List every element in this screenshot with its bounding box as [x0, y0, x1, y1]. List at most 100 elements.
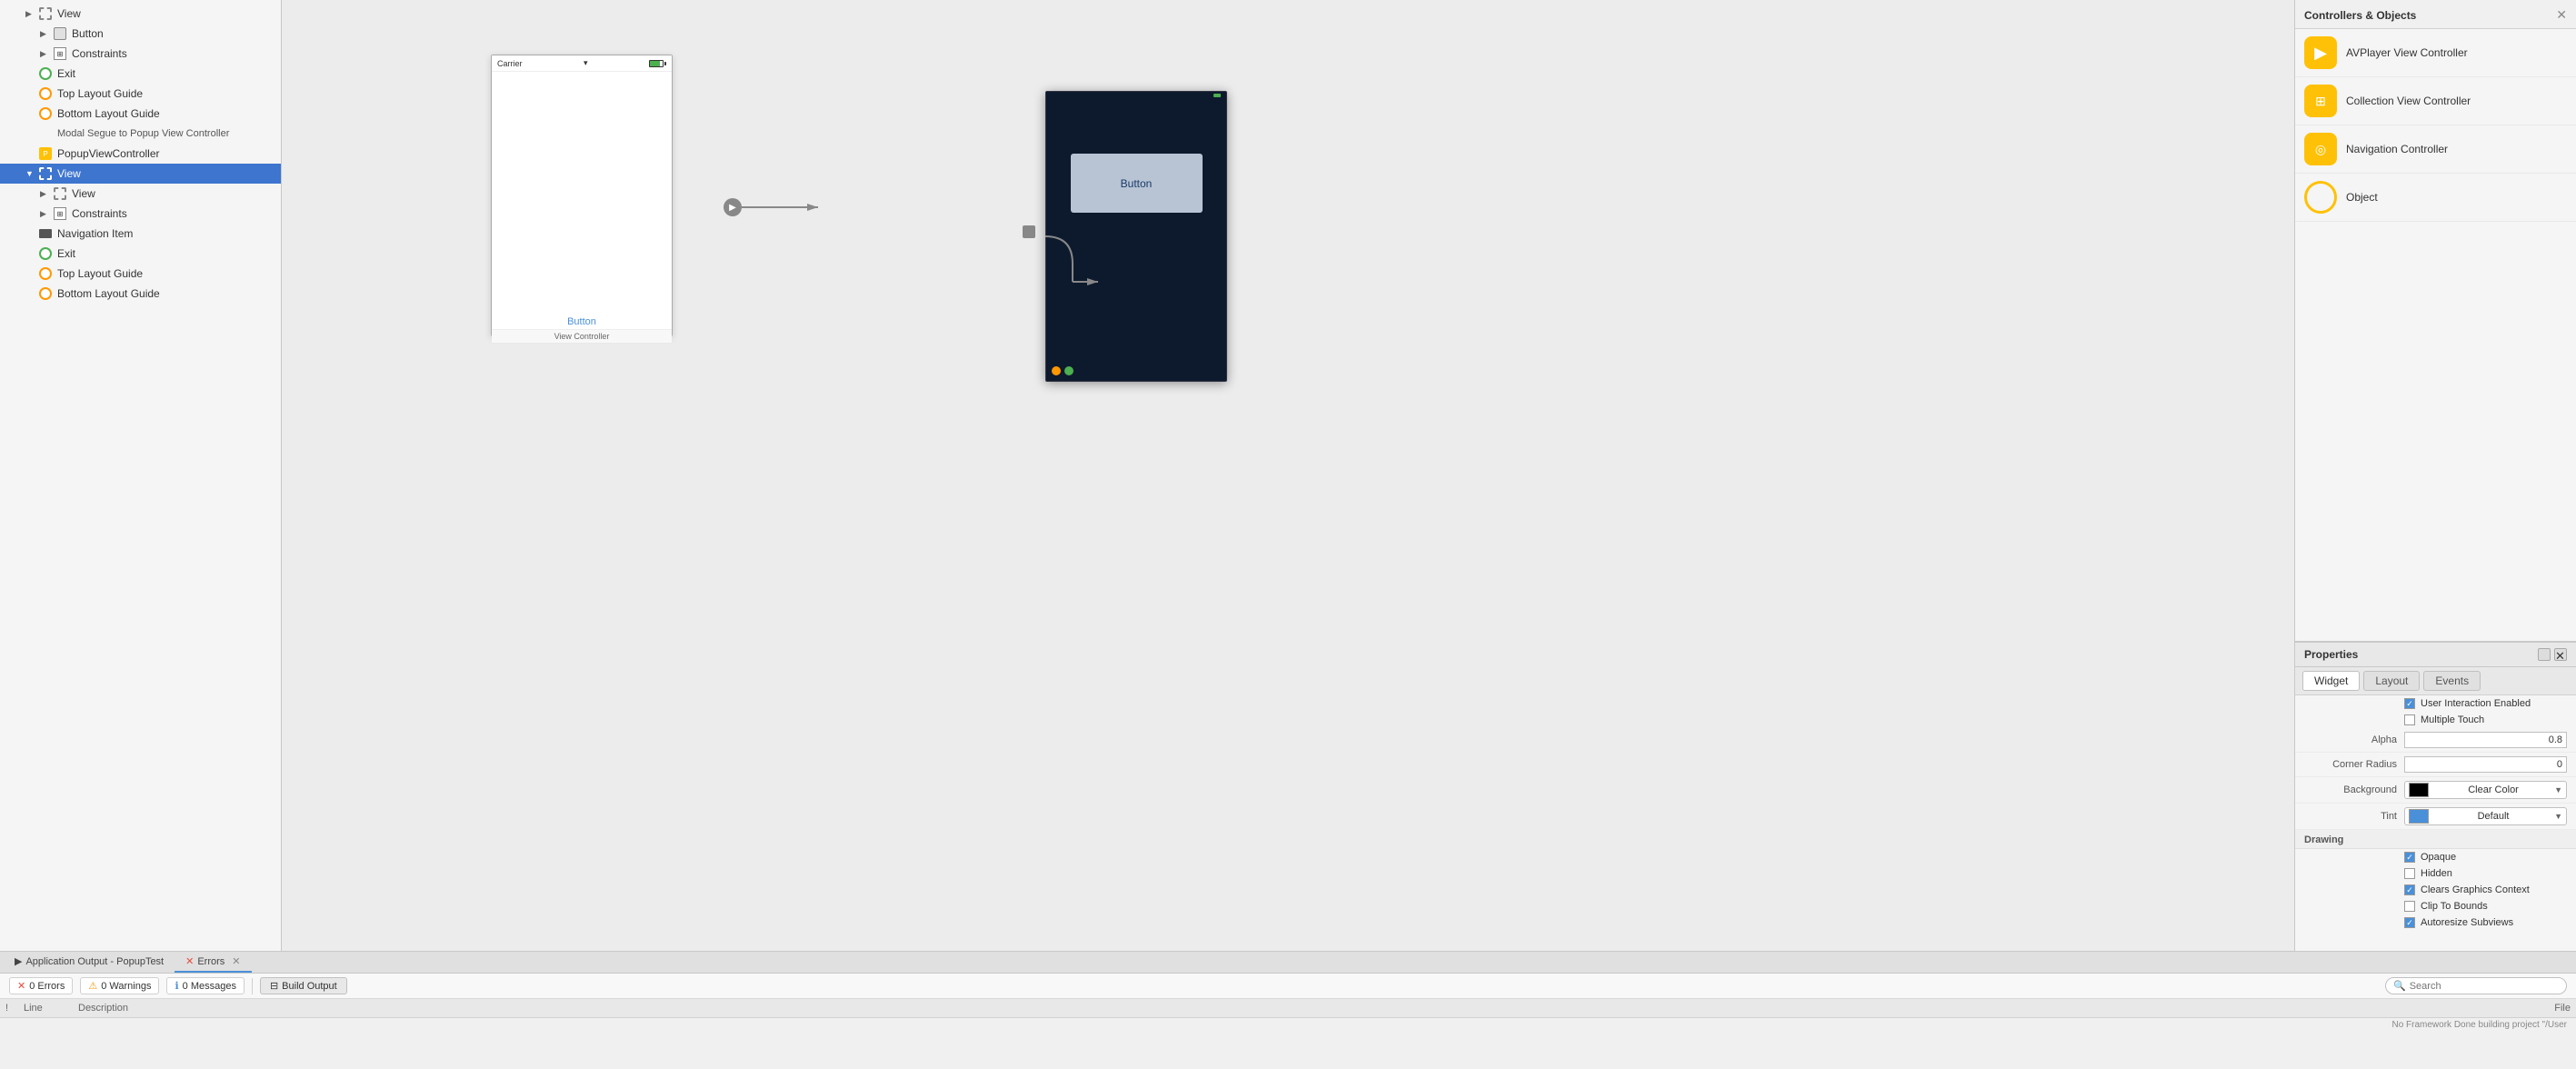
object-icon [2304, 181, 2337, 214]
bottom-tabs: ▶ Application Output - PopupTest ✕ Error… [0, 952, 2576, 974]
avplayer-icon: ▶ [2304, 36, 2337, 69]
orange-dot [1052, 366, 1061, 375]
props-win-close[interactable]: ✕ [2554, 648, 2567, 661]
sidebar-item-view1[interactable]: ▶ View [0, 4, 281, 24]
build-status: No Framework Done building project "/Use… [0, 1018, 2576, 1032]
messages-button[interactable]: ℹ 0 Messages [166, 977, 245, 994]
sidebar-item-navitem[interactable]: Navigation Item [0, 224, 281, 244]
errors-button[interactable]: ✕ 0 Errors [9, 977, 73, 994]
tint-color-swatch [2409, 809, 2429, 824]
sidebar-item-view2[interactable]: ▼ View [0, 164, 281, 184]
search-input[interactable] [2410, 981, 2559, 992]
checkbox-icon [2404, 714, 2415, 725]
controllers-header: Controllers & Objects ✕ [2295, 0, 2576, 29]
props-win-restore[interactable] [2538, 648, 2551, 661]
hidden-checkbox [2404, 868, 2415, 879]
col-header-line: Line [18, 1001, 73, 1015]
tab-application-output[interactable]: ▶ Application Output - PopupTest [4, 952, 175, 973]
view-controller-frame[interactable]: Carrier ▾ Button View Controller [491, 55, 673, 336]
sidebar-item-popupvc[interactable]: P PopupViewController [0, 144, 281, 164]
battery-indicator [1213, 94, 1221, 97]
controller-item-avplayer[interactable]: ▶ AVPlayer View Controller [2295, 29, 2576, 77]
properties-header: Properties ✕ [2295, 642, 2576, 667]
wifi-icon: ▾ [584, 58, 588, 68]
segue-midpoint [1023, 225, 1035, 238]
sidebar-item-modalsegue[interactable]: Modal Segue to Popup View Controller [0, 124, 281, 144]
popup-vc-frame[interactable]: Button [1045, 91, 1227, 382]
panel-close-button[interactable]: ✕ [2556, 7, 2567, 23]
toolbar-divider [252, 978, 253, 994]
error-x-icon: ✕ [17, 980, 25, 992]
background-select[interactable]: Clear Color ▼ [2404, 781, 2567, 799]
col-header-description: Description [73, 1001, 2412, 1015]
warning-icon: ⚠ [88, 980, 97, 992]
info-icon: ℹ [175, 980, 178, 992]
tab-errors[interactable]: ✕ Errors ✕ [175, 952, 251, 973]
right-panel: Controllers & Objects ✕ ▶ AVPlayer View … [2294, 0, 2576, 951]
build-icon: ⊟ [270, 980, 278, 992]
clears-graphics-checkbox: ✓ [2404, 884, 2415, 895]
properties-panel: Properties ✕ Widget Layout Events ✓ User… [2295, 642, 2576, 951]
corner-radius-input[interactable]: 0 [2404, 756, 2567, 773]
autoresize-checkbox: ✓ [2404, 917, 2415, 928]
sidebar-item-exit1[interactable]: Exit [0, 64, 281, 84]
sidebar-item-constraints1[interactable]: ▶ ⊞ Constraints [0, 44, 281, 64]
navvc-icon: ◎ [2304, 133, 2337, 165]
checkbox-clears-graphics[interactable]: ✓ Clears Graphics Context [2295, 882, 2576, 898]
sidebar-item-bottomlayout2[interactable]: Bottom Layout Guide [0, 284, 281, 304]
sidebar-item-view3[interactable]: ▶ View [0, 184, 281, 204]
controller-item-object[interactable]: Object [2295, 174, 2576, 222]
controller-item-navvc[interactable]: ◎ Navigation Controller [2295, 125, 2576, 174]
bottom-toolbar: ✕ 0 Errors ⚠ 0 Warnings ℹ 0 Messages ⊟ B… [0, 974, 2576, 999]
prop-corner-radius: Corner Radius 0 [2295, 753, 2576, 777]
popup-vc-topbar [1046, 92, 1226, 99]
column-headers: ! Line Description File [0, 999, 2576, 1018]
drawing-section-header: Drawing [2295, 830, 2576, 849]
battery-icon [649, 60, 666, 67]
properties-title: Properties [2304, 648, 2536, 661]
prop-tint: Tint Default ▼ [2295, 804, 2576, 830]
tab-close-button[interactable]: ✕ [232, 955, 240, 967]
green-dot-small [1064, 366, 1073, 375]
checkbox-autoresize[interactable]: ✓ Autoresize Subviews [2295, 914, 2576, 931]
sidebar-item-toplayout2[interactable]: Top Layout Guide [0, 264, 281, 284]
search-box[interactable]: 🔍 [2385, 977, 2567, 994]
controller-item-collectionvc[interactable]: ⊞ Collection View Controller [2295, 77, 2576, 125]
checkbox-icon: ✓ [2404, 698, 2415, 709]
tab-widget[interactable]: Widget [2302, 671, 2360, 691]
controllers-panel: Controllers & Objects ✕ ▶ AVPlayer View … [2295, 0, 2576, 642]
sidebar-item-button1[interactable]: ▶ Button [0, 24, 281, 44]
checkbox-clip-bounds[interactable]: Clip To Bounds [2295, 898, 2576, 914]
build-output-button[interactable]: ⊟ Build Output [260, 977, 347, 994]
opaque-checkbox: ✓ [2404, 852, 2415, 863]
checkbox-multiple-touch[interactable]: Multiple Touch [2295, 712, 2576, 728]
col-header-bang: ! [0, 1001, 18, 1015]
background-color-swatch [2409, 783, 2429, 797]
popup-vc-footer [1052, 366, 1073, 375]
sidebar-item-exit2[interactable]: Exit [0, 244, 281, 264]
canvas: Carrier ▾ Button View Controller ▶ [282, 0, 2294, 951]
checkbox-opaque[interactable]: ✓ Opaque [2295, 849, 2576, 865]
checkbox-hidden[interactable]: Hidden [2295, 865, 2576, 882]
col-header-file: File [2412, 1001, 2576, 1015]
vc-status-bar: Carrier ▾ [492, 55, 672, 72]
app-output-icon: ▶ [15, 955, 22, 967]
tab-events[interactable]: Events [2423, 671, 2481, 691]
collectionvc-icon: ⊞ [2304, 85, 2337, 117]
sidebar-item-constraints2[interactable]: ▶ ⊞ Constraints [0, 204, 281, 224]
vc-body [492, 72, 672, 308]
sidebar-item-bottomlayout1[interactable]: Bottom Layout Guide [0, 104, 281, 124]
error-icon: ✕ [185, 955, 194, 967]
search-icon: 🔍 [2393, 980, 2406, 992]
sidebar-item-toplayout1[interactable]: Top Layout Guide [0, 84, 281, 104]
sidebar: ▶ View ▶ Button ▶ ⊞ Constraints Exit [0, 0, 282, 951]
checkbox-user-interaction[interactable]: ✓ User Interaction Enabled [2295, 695, 2576, 712]
popup-inner-button: Button [1071, 154, 1203, 213]
tint-select[interactable]: Default ▼ [2404, 807, 2567, 825]
warnings-button[interactable]: ⚠ 0 Warnings [80, 977, 159, 994]
segue-start-circle[interactable]: ▶ [724, 198, 742, 216]
clip-bounds-checkbox [2404, 901, 2415, 912]
tab-layout[interactable]: Layout [2363, 671, 2420, 691]
bottom-panel: ▶ Application Output - PopupTest ✕ Error… [0, 951, 2576, 1069]
alpha-input[interactable]: 0.8 [2404, 732, 2567, 748]
